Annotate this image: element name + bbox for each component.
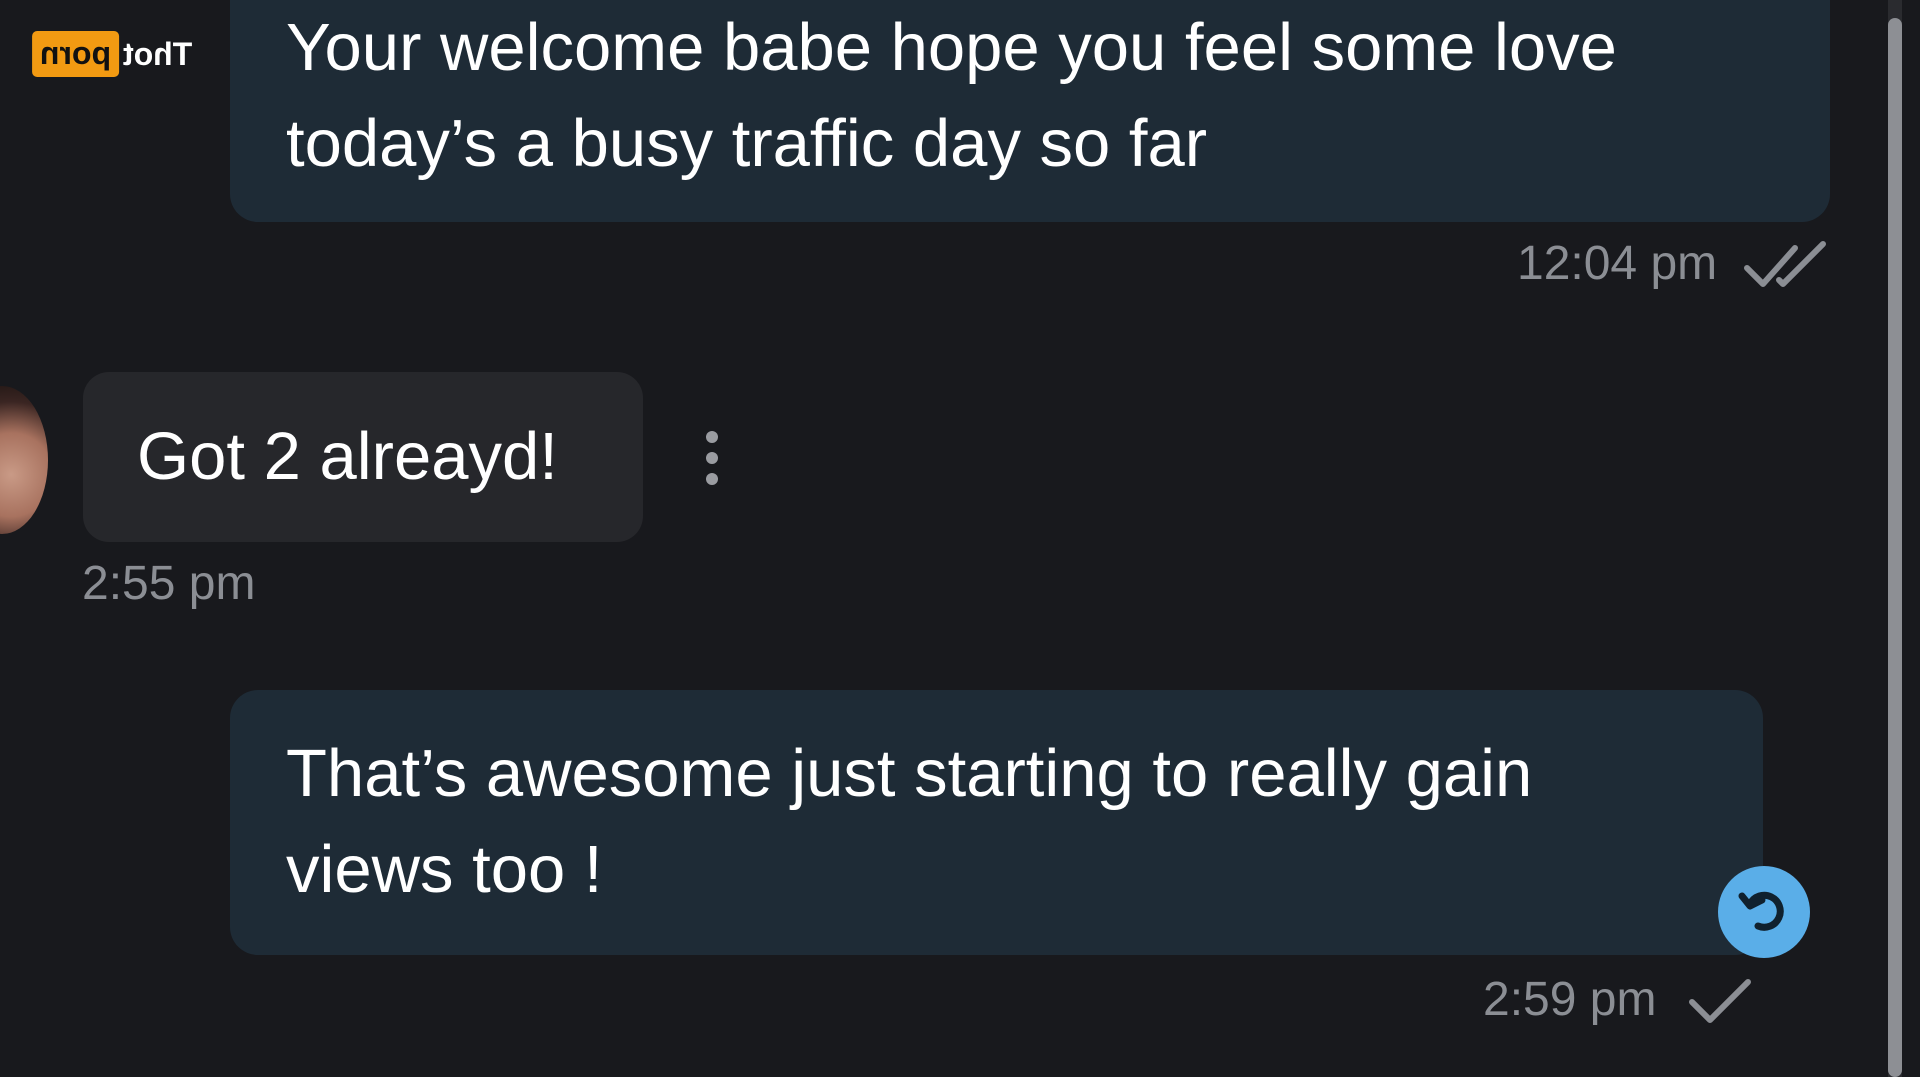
reply-button[interactable] bbox=[1718, 866, 1810, 958]
message-text: That’s awesome just starting to really g… bbox=[286, 736, 1533, 907]
read-double-check-icon bbox=[1744, 241, 1826, 287]
message-timestamp: 2:55 pm bbox=[82, 557, 256, 610]
sent-single-check-icon bbox=[1689, 979, 1751, 1023]
message-bubble-outgoing[interactable]: Your welcome babe hope you feel some lov… bbox=[230, 0, 1830, 222]
message-timestamp: 2:59 pm bbox=[1483, 973, 1657, 1026]
avatar[interactable] bbox=[0, 386, 48, 534]
reply-arrow-icon bbox=[1738, 891, 1784, 931]
scrollbar-thumb[interactable] bbox=[1888, 18, 1902, 1077]
watermark-logo-left: porn bbox=[32, 31, 120, 77]
watermark-logo: porn Thot bbox=[32, 30, 192, 78]
watermark-logo-right: Thot bbox=[123, 36, 193, 72]
message-timestamp: 12:04 pm bbox=[1517, 237, 1718, 290]
message-text: Got 2 alreayd! bbox=[137, 419, 558, 494]
message-bubble-incoming[interactable]: Got 2 alreayd! bbox=[83, 372, 643, 542]
vertical-dots-icon[interactable] bbox=[700, 428, 724, 488]
message-bubble-outgoing[interactable]: That’s awesome just starting to really g… bbox=[230, 690, 1763, 955]
message-text: Your welcome babe hope you feel some lov… bbox=[286, 10, 1617, 181]
chat-screen: porn Thot Your welcome babe hope you feel… bbox=[0, 0, 1920, 1077]
